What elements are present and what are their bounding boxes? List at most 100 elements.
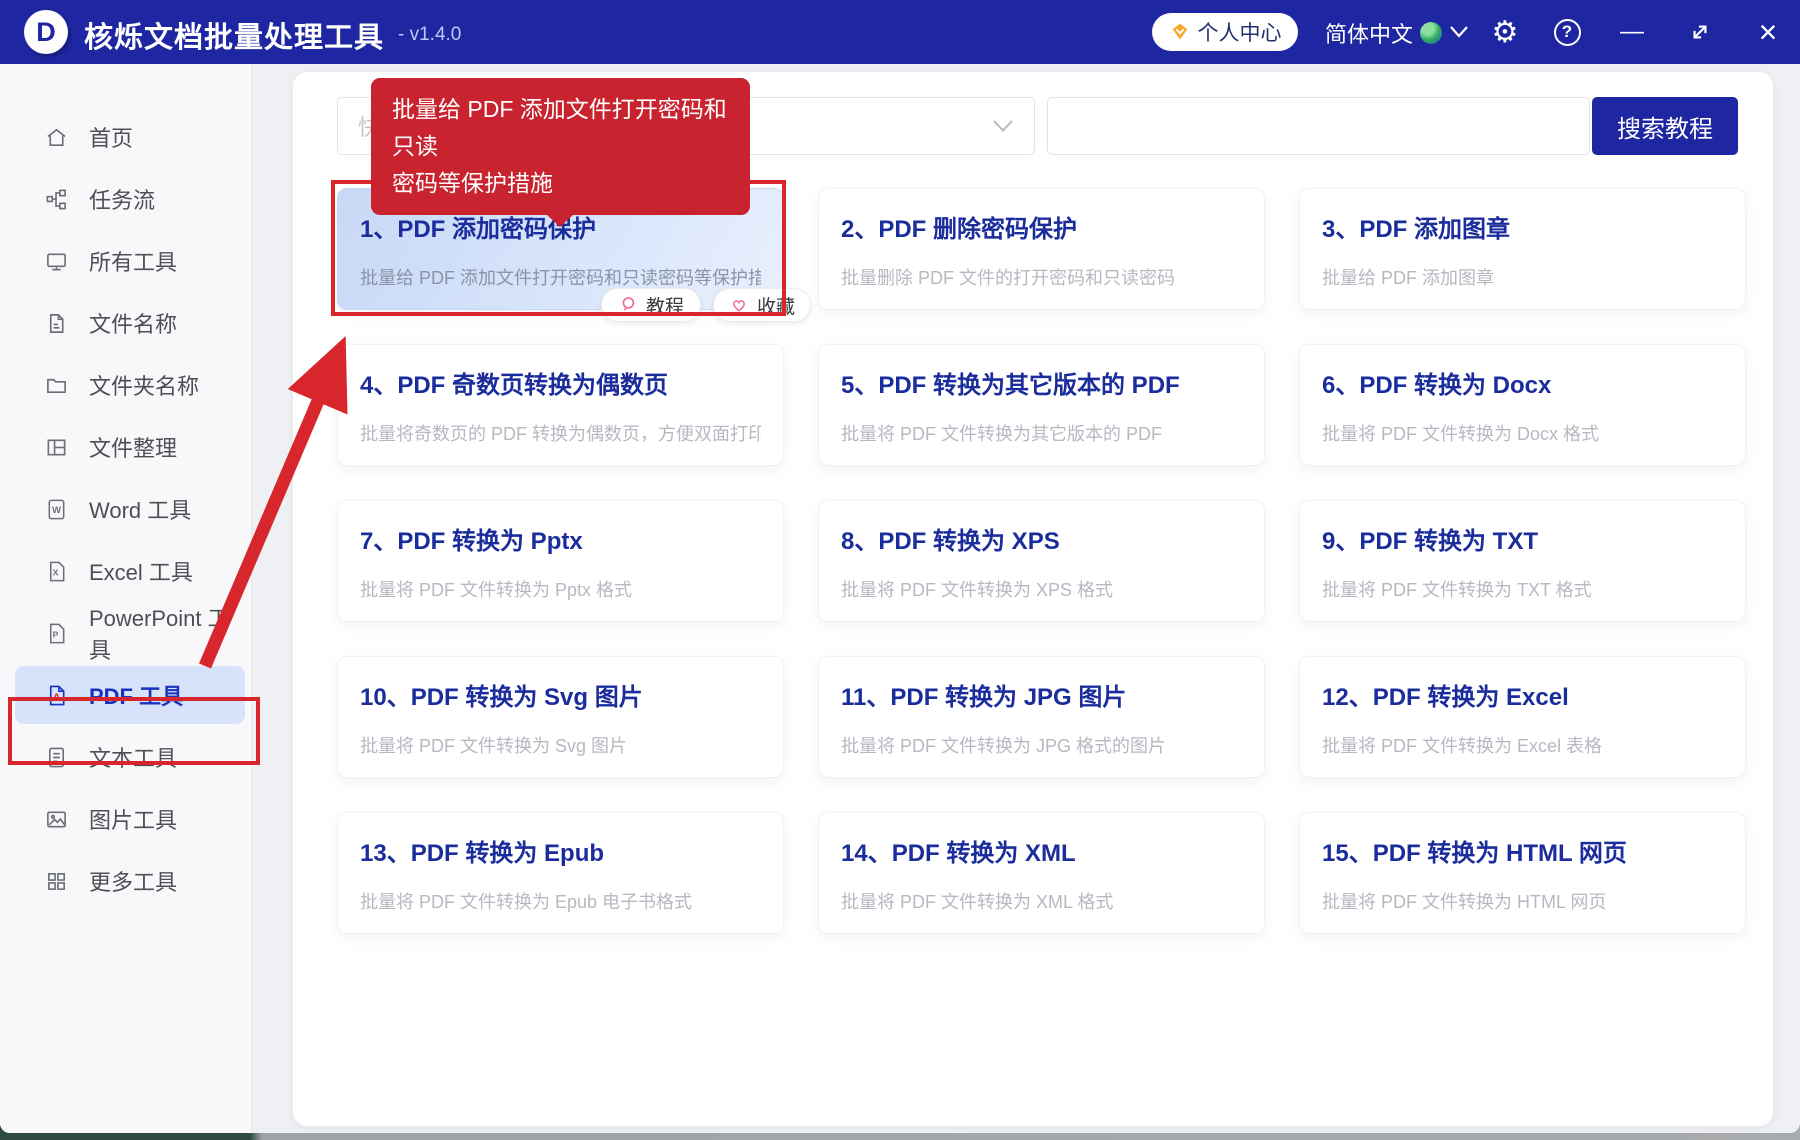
excel-file-icon: X xyxy=(49,561,65,581)
card-desc: 批量给 PDF 添加图章 xyxy=(1322,268,1495,288)
card-desc: 批量将 PDF 文件转换为 XPS 格式 xyxy=(841,580,1114,600)
close-button[interactable]: × xyxy=(1742,0,1794,64)
maximize-button[interactable] xyxy=(1676,0,1724,64)
sidebar-item-label: 首页 xyxy=(89,126,134,151)
gear-glyph: ⚙ xyxy=(1491,15,1519,49)
text-file-icon xyxy=(48,747,65,767)
language-selector[interactable]: 简体中文 xyxy=(1325,17,1443,49)
sidebar-item-label: 文件夹名称 xyxy=(89,374,200,399)
card-pdf-to-xps[interactable]: 8、PDF 转换为 XPS 批量将 PDF 文件转换为 XPS 格式 xyxy=(818,500,1265,622)
card-pdf-to-txt[interactable]: 9、PDF 转换为 TXT 批量将 PDF 文件转换为 TXT 格式 xyxy=(1299,500,1746,622)
card-desc: 批量将奇数页的 PDF 转换为偶数页，方便双面打印 xyxy=(360,424,761,444)
minimize-glyph: — xyxy=(1620,18,1644,45)
card-title: 15、PDF 转换为 HTML 网页 xyxy=(1322,840,1627,867)
language-label: 简体中文 xyxy=(1325,22,1414,47)
search-input[interactable] xyxy=(1047,97,1590,155)
card-pdf-odd-to-even[interactable]: 4、PDF 奇数页转换为偶数页 批量将奇数页的 PDF 转换为偶数页，方便双面打… xyxy=(337,344,784,466)
card-pdf-add-password[interactable]: 1、PDF 添加密码保护 批量给 PDF 添加文件打开密码和只读密码等保护措施 xyxy=(337,188,784,310)
sidebar-item-text-tools[interactable]: 文本工具 xyxy=(15,728,245,786)
tutorial-button[interactable]: 教程 xyxy=(601,288,701,322)
sidebar-item-label: 任务流 xyxy=(89,188,156,213)
user-center-label: 个人中心 xyxy=(1197,22,1282,45)
sidebar-item-home[interactable]: 首页 xyxy=(15,108,245,166)
pdf-file-icon xyxy=(49,685,65,705)
card-title: 5、PDF 转换为其它版本的 PDF xyxy=(841,372,1180,399)
card-desc: 批量将 PDF 文件转换为 Docx 格式 xyxy=(1322,424,1600,444)
card-desc: 批量将 PDF 文件转换为 Excel 表格 xyxy=(1322,736,1603,756)
home-icon xyxy=(47,128,66,146)
card-desc: 批量将 PDF 文件转换为 Epub 电子书格式 xyxy=(360,892,693,912)
sidebar-item-pdf-tools[interactable]: PDF 工具 xyxy=(15,666,245,724)
search-tutorial-button[interactable]: 搜索教程 xyxy=(1592,97,1738,155)
card-pdf-to-xml[interactable]: 14、PDF 转换为 XML 批量将 PDF 文件转换为 XML 格式 xyxy=(818,812,1265,934)
card-desc: 批量将 PDF 文件转换为 JPG 格式的图片 xyxy=(841,736,1167,756)
card-pdf-to-docx[interactable]: 6、PDF 转换为 Docx 批量将 PDF 文件转换为 Docx 格式 xyxy=(1299,344,1746,466)
sidebar-item-label: Excel 工具 xyxy=(89,560,193,585)
card-title: 14、PDF 转换为 XML xyxy=(841,840,1076,867)
language-chevron-down-icon[interactable] xyxy=(1443,0,1475,64)
card-title: 4、PDF 奇数页转换为偶数页 xyxy=(360,372,669,399)
sidebar-item-label: 文件名称 xyxy=(89,312,178,337)
sidebar-item-file-organize[interactable]: 文件整理 xyxy=(15,418,245,476)
card-pdf-convert-version[interactable]: 5、PDF 转换为其它版本的 PDF 批量将 PDF 文件转换为其它版本的 PD… xyxy=(818,344,1265,466)
card-title: 6、PDF 转换为 Docx xyxy=(1322,372,1552,399)
app-logo: D xyxy=(24,10,68,54)
workflow-icon xyxy=(46,189,66,209)
card-desc: 批量将 PDF 文件转换为 XML 格式 xyxy=(841,892,1114,912)
card-pdf-remove-password[interactable]: 2、PDF 删除密码保护 批量删除 PDF 文件的打开密码和只读密码 xyxy=(818,188,1265,310)
app-title: 核烁文档批量处理工具 xyxy=(84,22,385,54)
card-title: 12、PDF 转换为 Excel xyxy=(1322,684,1569,711)
card-pdf-to-excel[interactable]: 12、PDF 转换为 Excel 批量将 PDF 文件转换为 Excel 表格 xyxy=(1299,656,1746,778)
sidebar-item-label: Word 工具 xyxy=(89,498,192,523)
sidebar-item-label: PDF 工具 xyxy=(89,684,184,709)
sidebar-item-label: PowerPoint 工具 xyxy=(89,606,230,663)
app-window: D 核烁文档批量处理工具 - v1.4.0 个人中心 简体中文 ⚙ ? — × … xyxy=(0,0,1800,1133)
sidebar-item-label: 文件整理 xyxy=(89,436,178,461)
image-icon xyxy=(47,810,66,828)
settings-gear-icon[interactable]: ⚙ xyxy=(1483,0,1527,64)
help-icon[interactable]: ? xyxy=(1545,0,1589,64)
card-pdf-to-pptx[interactable]: 7、PDF 转换为 Pptx 批量将 PDF 文件转换为 Pptx 格式 xyxy=(337,500,784,622)
card-title: 11、PDF 转换为 JPG 图片 xyxy=(841,684,1127,711)
select-chevron-down-icon xyxy=(993,120,1013,132)
monitor-icon xyxy=(47,252,66,270)
sidebar: 首页 任务流 所有工具 文件名称 文件夹名称 文件整理 W Word 工具 X … xyxy=(0,64,252,1133)
sidebar-item-powerpoint-tools[interactable]: P PowerPoint 工具 xyxy=(15,604,245,663)
minimize-button[interactable]: — xyxy=(1608,0,1656,64)
card-pdf-to-jpg[interactable]: 11、PDF 转换为 JPG 图片 批量将 PDF 文件转换为 JPG 格式的图… xyxy=(818,656,1265,778)
svg-text:X: X xyxy=(53,567,59,577)
titlebar: D 核烁文档批量处理工具 - v1.4.0 个人中心 简体中文 ⚙ ? — × xyxy=(0,0,1800,64)
card-desc: 批量将 PDF 文件转换为 TXT 格式 xyxy=(1322,580,1592,600)
tutorial-icon xyxy=(622,297,635,311)
card-title: 8、PDF 转换为 XPS xyxy=(841,528,1060,555)
card-pdf-add-stamp[interactable]: 3、PDF 添加图章 批量给 PDF 添加图章 xyxy=(1299,188,1746,310)
word-file-icon: W xyxy=(48,499,65,519)
card-pdf-to-html[interactable]: 15、PDF 转换为 HTML 网页 批量将 PDF 文件转换为 HTML 网页 xyxy=(1299,812,1746,934)
sidebar-item-more-tools[interactable]: 更多工具 xyxy=(15,852,245,910)
sidebar-item-word-tools[interactable]: W Word 工具 xyxy=(15,480,245,538)
powerpoint-file-icon: P xyxy=(49,623,65,643)
sidebar-item-label: 图片工具 xyxy=(89,808,178,833)
card-desc: 批量将 PDF 文件转换为其它版本的 PDF xyxy=(841,424,1163,444)
sidebar-item-all-tools[interactable]: 所有工具 xyxy=(15,232,245,290)
card-desc: 批量删除 PDF 文件的打开密码和只读密码 xyxy=(841,268,1176,288)
vip-diamond-icon xyxy=(1172,23,1187,40)
sidebar-item-workflow[interactable]: 任务流 xyxy=(15,170,245,228)
card-desc: 批量将 PDF 文件转换为 Svg 图片 xyxy=(360,736,628,756)
svg-text:W: W xyxy=(52,504,62,515)
expand-icon xyxy=(1693,25,1707,39)
card-title: 13、PDF 转换为 Epub xyxy=(360,840,605,867)
quick-find-select-text: 快 xyxy=(358,115,381,140)
favorite-button[interactable]: 收藏 xyxy=(713,288,811,322)
card-pdf-to-epub[interactable]: 13、PDF 转换为 Epub 批量将 PDF 文件转换为 Epub 电子书格式 xyxy=(337,812,784,934)
card-desc: 批量将 PDF 文件转换为 HTML 网页 xyxy=(1322,892,1607,912)
sidebar-item-excel-tools[interactable]: X Excel 工具 xyxy=(15,542,245,600)
sidebar-item-file-name[interactable]: 文件名称 xyxy=(15,294,245,352)
quick-find-select[interactable]: 快 xyxy=(337,97,1035,155)
sidebar-item-image-tools[interactable]: 图片工具 xyxy=(15,790,245,848)
app-version: - v1.4.0 xyxy=(398,24,462,45)
user-center-button[interactable]: 个人中心 xyxy=(1152,13,1298,51)
sidebar-item-folder-name[interactable]: 文件夹名称 xyxy=(15,356,245,414)
svg-text:P: P xyxy=(53,629,59,639)
card-pdf-to-svg[interactable]: 10、PDF 转换为 Svg 图片 批量将 PDF 文件转换为 Svg 图片 xyxy=(337,656,784,778)
